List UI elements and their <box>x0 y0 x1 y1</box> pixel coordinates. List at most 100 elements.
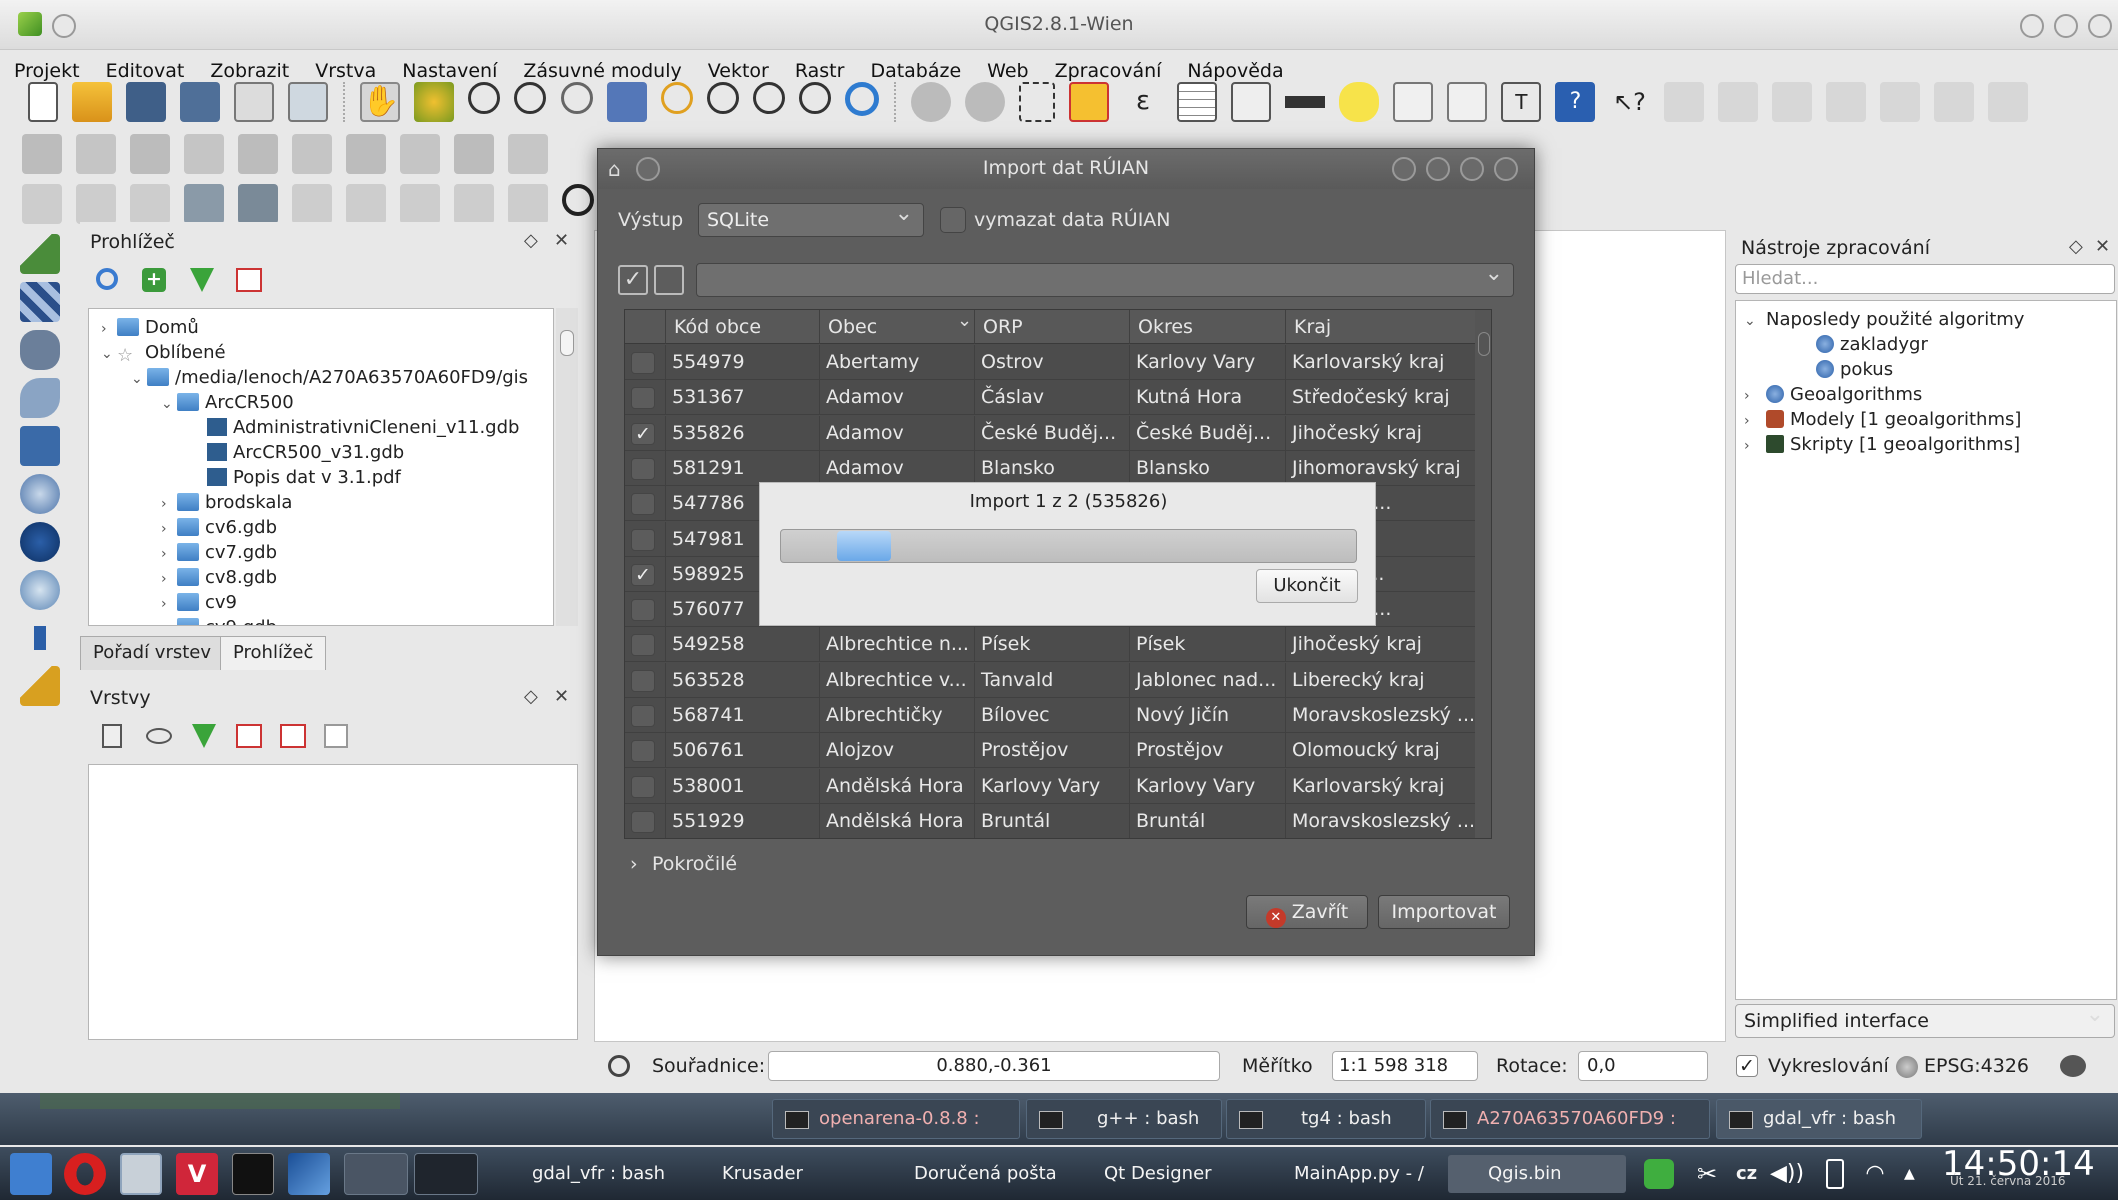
zoom-to-layer-icon[interactable] <box>706 82 739 114</box>
scrollbar-thumb[interactable] <box>1478 332 1490 356</box>
processing-tree-item[interactable]: › Modely [1 geoalgorithms] <box>1736 407 2116 432</box>
add-feature-icon[interactable] <box>184 134 225 174</box>
new-vector-layer-icon[interactable] <box>20 666 60 706</box>
processing-search-input[interactable]: Hledat... <box>1735 264 2115 294</box>
cut-features-icon[interactable] <box>400 134 441 174</box>
pan-map-icon[interactable]: ✋ <box>360 82 401 122</box>
expand-closed-icon[interactable]: › <box>161 542 177 567</box>
pan-to-selection-icon[interactable] <box>414 82 455 122</box>
browser-tree-item[interactable]: ⌄ /media/lenoch/A270A63570A60FD9/gis <box>89 365 553 390</box>
import-button[interactable]: Importovat <box>1378 895 1510 929</box>
tab-browser[interactable]: Prohlížeč <box>220 636 327 670</box>
rotation-spinbox[interactable]: 0,0 <box>1578 1051 1708 1081</box>
new-shapefile-icon[interactable] <box>184 184 225 224</box>
advanced-label[interactable]: Pokročilé <box>652 853 737 875</box>
map-tips-icon[interactable] <box>1339 82 1380 122</box>
vivaldi-icon[interactable]: V <box>176 1153 218 1195</box>
show-bookmarks-icon[interactable] <box>1447 82 1488 122</box>
layer-tool-7-icon[interactable] <box>346 184 387 224</box>
attribute-table-icon[interactable] <box>1177 82 1218 122</box>
new-bookmark-icon[interactable] <box>1393 82 1434 122</box>
toggle-editing-icon[interactable] <box>76 134 117 174</box>
vector-tool-1-icon[interactable] <box>1663 82 1704 122</box>
add-postgis-layer-icon[interactable] <box>20 330 60 370</box>
refresh-icon[interactable] <box>844 82 879 116</box>
check-all-icon[interactable]: ✓ <box>618 265 648 295</box>
table-row[interactable]: 506761 Alojzov Prostějov Prostějov Olomoucký… <box>625 733 1475 769</box>
add-wcs-layer-icon[interactable] <box>20 522 60 562</box>
row-checkbox[interactable] <box>631 634 655 657</box>
column-header-orp[interactable]: ORP <box>974 310 1129 344</box>
field-calculator-icon[interactable] <box>1231 82 1272 122</box>
row-checkbox[interactable]: ✓ <box>631 563 655 586</box>
processing-tree-item[interactable]: pokus <box>1736 357 2116 382</box>
paste-features-icon[interactable] <box>508 134 549 174</box>
layer-tool-6-icon[interactable] <box>292 184 333 224</box>
new-print-composer-icon[interactable] <box>234 82 275 122</box>
row-checkbox[interactable] <box>631 528 655 551</box>
remove-layer-icon[interactable] <box>324 724 348 748</box>
table-row[interactable]: 531367 Adamov Čáslav Kutná Hora Středočeský … <box>625 380 1475 416</box>
save-edits-icon[interactable] <box>130 134 171 174</box>
row-checkbox[interactable] <box>631 669 655 692</box>
expand-closed-icon[interactable]: › <box>161 517 177 542</box>
advanced-expander[interactable]: › <box>630 853 638 875</box>
minimize-button[interactable] <box>2020 14 2044 38</box>
taskbar-app-mail[interactable]: Doručená pošta <box>880 1155 1057 1193</box>
row-checkbox[interactable] <box>631 740 655 763</box>
composer-manager-icon[interactable] <box>288 82 329 122</box>
layer-tool-1-icon[interactable] <box>22 184 62 224</box>
expand-closed-icon[interactable]: › <box>101 317 117 342</box>
text-annotation-icon[interactable]: T <box>1501 82 1542 122</box>
battery-icon[interactable] <box>1826 1159 1844 1189</box>
whats-this-icon[interactable]: ↖? <box>1610 82 1650 122</box>
processing-tree-item[interactable]: › Geoalgorithms <box>1736 382 2116 407</box>
vector-tool-7-icon[interactable] <box>1987 82 2028 122</box>
processing-tree-item[interactable]: ⌄ Naposledy použité algoritmy <box>1736 307 2116 332</box>
uncheck-all-icon[interactable] <box>654 265 684 295</box>
column-header-kod-obce[interactable]: Kód obce <box>665 310 819 344</box>
help-icon[interactable]: ? <box>1555 82 1596 122</box>
browser-tree-item[interactable]: › cv9 <box>89 590 553 615</box>
browser-tree-item[interactable]: Popis dat v 3.1.pdf <box>89 465 553 490</box>
open-project-icon[interactable] <box>72 82 113 122</box>
browser-tree-item[interactable]: › cv9.gdb <box>89 615 553 625</box>
new-spatialite-icon[interactable] <box>238 184 279 224</box>
zoom-in-icon[interactable] <box>468 82 501 114</box>
node-tool-icon[interactable] <box>292 134 333 174</box>
measure-icon[interactable] <box>1285 82 1326 122</box>
select-features-icon[interactable] <box>1018 82 1055 122</box>
dialog-help-button[interactable] <box>1392 157 1416 181</box>
dialog-pin-button[interactable] <box>636 157 660 181</box>
dialog-maximize-button[interactable] <box>1460 157 1484 181</box>
layer-tool-10-icon[interactable] <box>508 184 549 224</box>
column-header-okres[interactable]: Okres <box>1129 310 1285 344</box>
close-panel-icon[interactable]: ✕ <box>2095 236 2110 257</box>
processing-tree-item[interactable]: › Skripty [1 geoalgorithms] <box>1736 432 2116 457</box>
float-panel-icon[interactable]: ◇ <box>524 230 538 251</box>
row-checkbox[interactable] <box>631 810 655 833</box>
filter-legend-icon[interactable] <box>192 724 216 748</box>
expand-open-icon[interactable]: ⌄ <box>161 392 177 417</box>
dialog-minimize-button[interactable] <box>1426 157 1450 181</box>
column-header-kraj[interactable]: Kraj <box>1285 310 1475 344</box>
column-header-obec[interactable]: Obec <box>819 310 974 344</box>
filter-icon[interactable] <box>190 268 214 292</box>
deselect-icon[interactable] <box>1069 82 1110 122</box>
crs-label[interactable]: EPSG:4326 <box>1924 1055 2029 1077</box>
kde-launcher-icon[interactable] <box>10 1153 52 1195</box>
coordinate-field[interactable]: 0.880,-0.361 <box>768 1051 1220 1081</box>
erase-data-checkbox[interactable] <box>940 207 966 233</box>
row-checkbox[interactable] <box>631 387 655 410</box>
new-project-icon[interactable] <box>28 82 58 122</box>
terminal-tab-tg4[interactable]: tg4 : bash <box>1226 1099 1426 1139</box>
open-layer-styling-icon[interactable] <box>102 724 122 748</box>
browser-tree-item[interactable]: › cv8.gdb <box>89 565 553 590</box>
run-feature-action-icon[interactable] <box>964 82 1005 122</box>
taskbar-app-qgis[interactable]: Qgis.bin <box>1448 1155 1626 1193</box>
zoom-to-selection-icon[interactable] <box>660 82 693 114</box>
browser-tree-item[interactable]: ArcCR500_v31.gdb <box>89 440 553 465</box>
zoom-last-icon[interactable] <box>752 82 785 114</box>
terminal-tab-a270[interactable]: A270A63570A60FD9 : bash <box>1430 1099 1710 1167</box>
scissors-icon[interactable]: ✂ <box>1692 1159 1722 1189</box>
